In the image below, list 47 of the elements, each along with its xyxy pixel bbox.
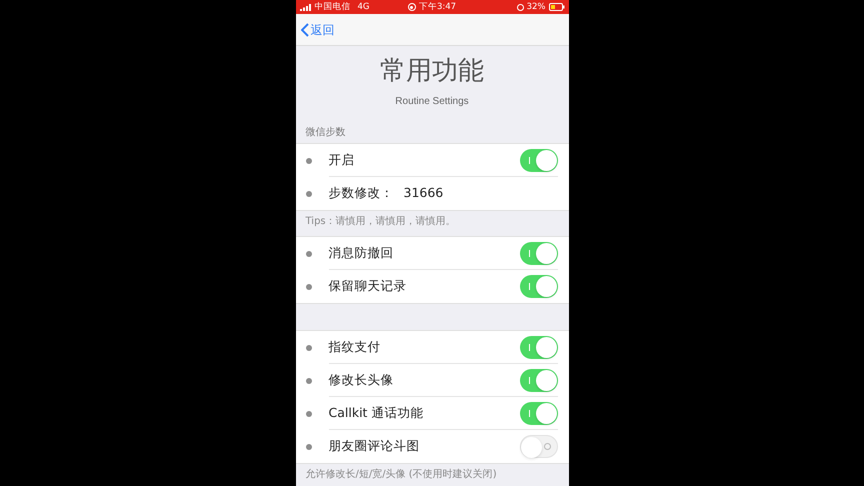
- bullet-icon: [306, 158, 312, 164]
- setting-label: 开启: [328, 150, 356, 169]
- toggle-switch[interactable]: [520, 242, 558, 264]
- setting-label: 朋友圈评论斗图: [328, 437, 420, 456]
- section-header: 微信步数: [306, 126, 346, 140]
- bullet-icon: [306, 284, 312, 290]
- carrier-text: 中国电信: [314, 0, 350, 14]
- battery-icon: [548, 3, 564, 11]
- toggle-switch[interactable]: [520, 275, 558, 298]
- bullet-icon: [306, 444, 312, 450]
- time-text: 下午3:47: [418, 0, 456, 14]
- bullet-icon: [306, 344, 312, 350]
- setting-label: 指纹支付: [328, 338, 382, 356]
- recording-icon: [408, 3, 416, 11]
- toggle-knob: [536, 336, 556, 358]
- setting-label: 保留聊天记录: [328, 277, 408, 296]
- battery-percent: 32%: [526, 0, 546, 14]
- page-subtitle: Routine Settings: [395, 95, 469, 109]
- orientation-lock-icon: [516, 4, 524, 10]
- section-footer: 允许修改长/短/宽/头像 (不使用时建议关闭): [306, 467, 497, 482]
- chevron-left-icon: [300, 22, 308, 36]
- toggle-switch[interactable]: [520, 402, 558, 424]
- toggle-switch[interactable]: [520, 368, 558, 392]
- toggle-knob: [536, 150, 556, 170]
- bullet-icon: [306, 190, 312, 196]
- step-count-value[interactable]: 31666: [404, 184, 444, 203]
- off-mark-icon: [544, 443, 550, 450]
- toggle-knob: [536, 276, 556, 297]
- toggle-switch[interactable]: [520, 148, 558, 172]
- toggle-knob: [536, 402, 556, 424]
- bullet-icon: [306, 250, 312, 256]
- back-button[interactable]: 返回: [300, 20, 334, 38]
- toggle-switch[interactable]: [520, 336, 558, 358]
- toggle-switch[interactable]: [520, 435, 558, 458]
- network-text: 4G: [358, 0, 370, 14]
- signal-icon: [300, 4, 312, 10]
- toggle-knob: [520, 437, 542, 458]
- section-footer: Tips：请慎用，请慎用，请慎用。: [306, 214, 456, 229]
- setting-label: 修改长头像: [328, 370, 394, 389]
- toggle-knob: [536, 370, 556, 390]
- bullet-icon: [306, 410, 312, 416]
- toggle-knob: [536, 242, 556, 264]
- bullet-icon: [306, 378, 312, 384]
- setting-label: 消息防撤回: [328, 244, 394, 262]
- setting-label: Callkit 通话功能: [328, 404, 424, 422]
- page-title: 常用功能: [380, 58, 484, 84]
- setting-label: 步数修改：: [328, 184, 394, 202]
